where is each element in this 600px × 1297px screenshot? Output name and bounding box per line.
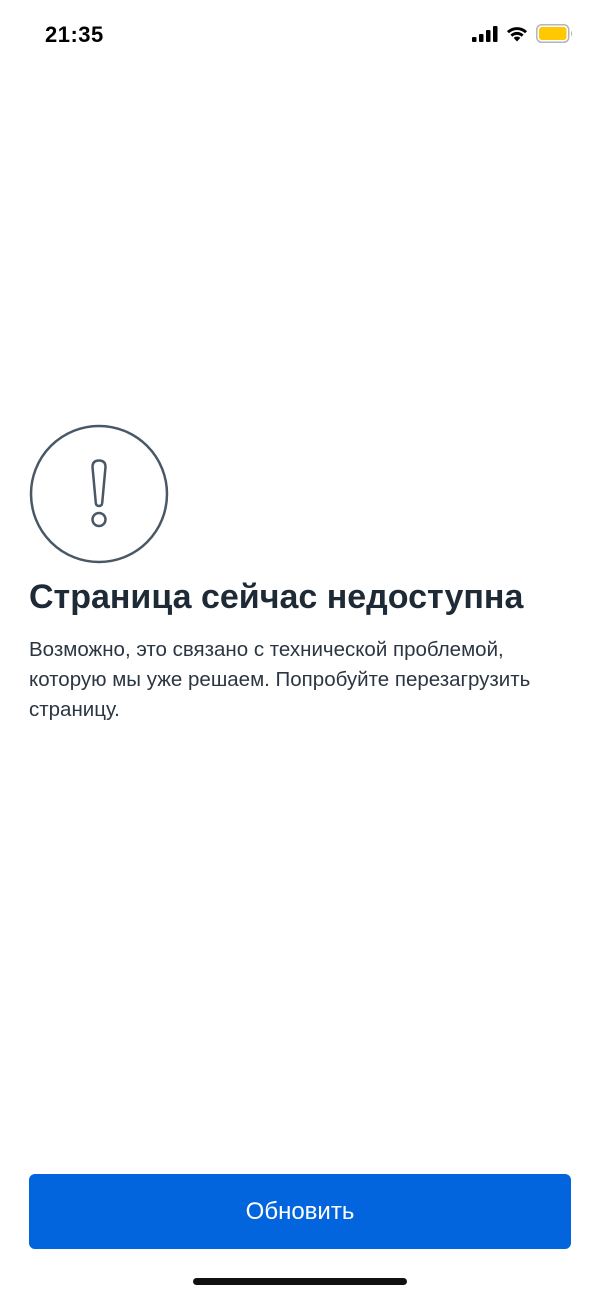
home-indicator[interactable] — [193, 1278, 407, 1285]
exclamation-circle-icon — [29, 424, 169, 564]
refresh-button[interactable]: Обновить — [29, 1174, 571, 1249]
battery-icon — [536, 24, 574, 43]
wifi-icon — [506, 26, 528, 42]
error-description: Возможно, это связано с технической проб… — [29, 638, 531, 721]
page-title: Страница сейчас недоступна — [29, 578, 524, 616]
cellular-signal-icon — [472, 25, 498, 42]
status-icons — [472, 24, 574, 43]
status-time: 21:35 — [45, 22, 104, 47]
status-bar: 21:35 — [0, 0, 600, 72]
